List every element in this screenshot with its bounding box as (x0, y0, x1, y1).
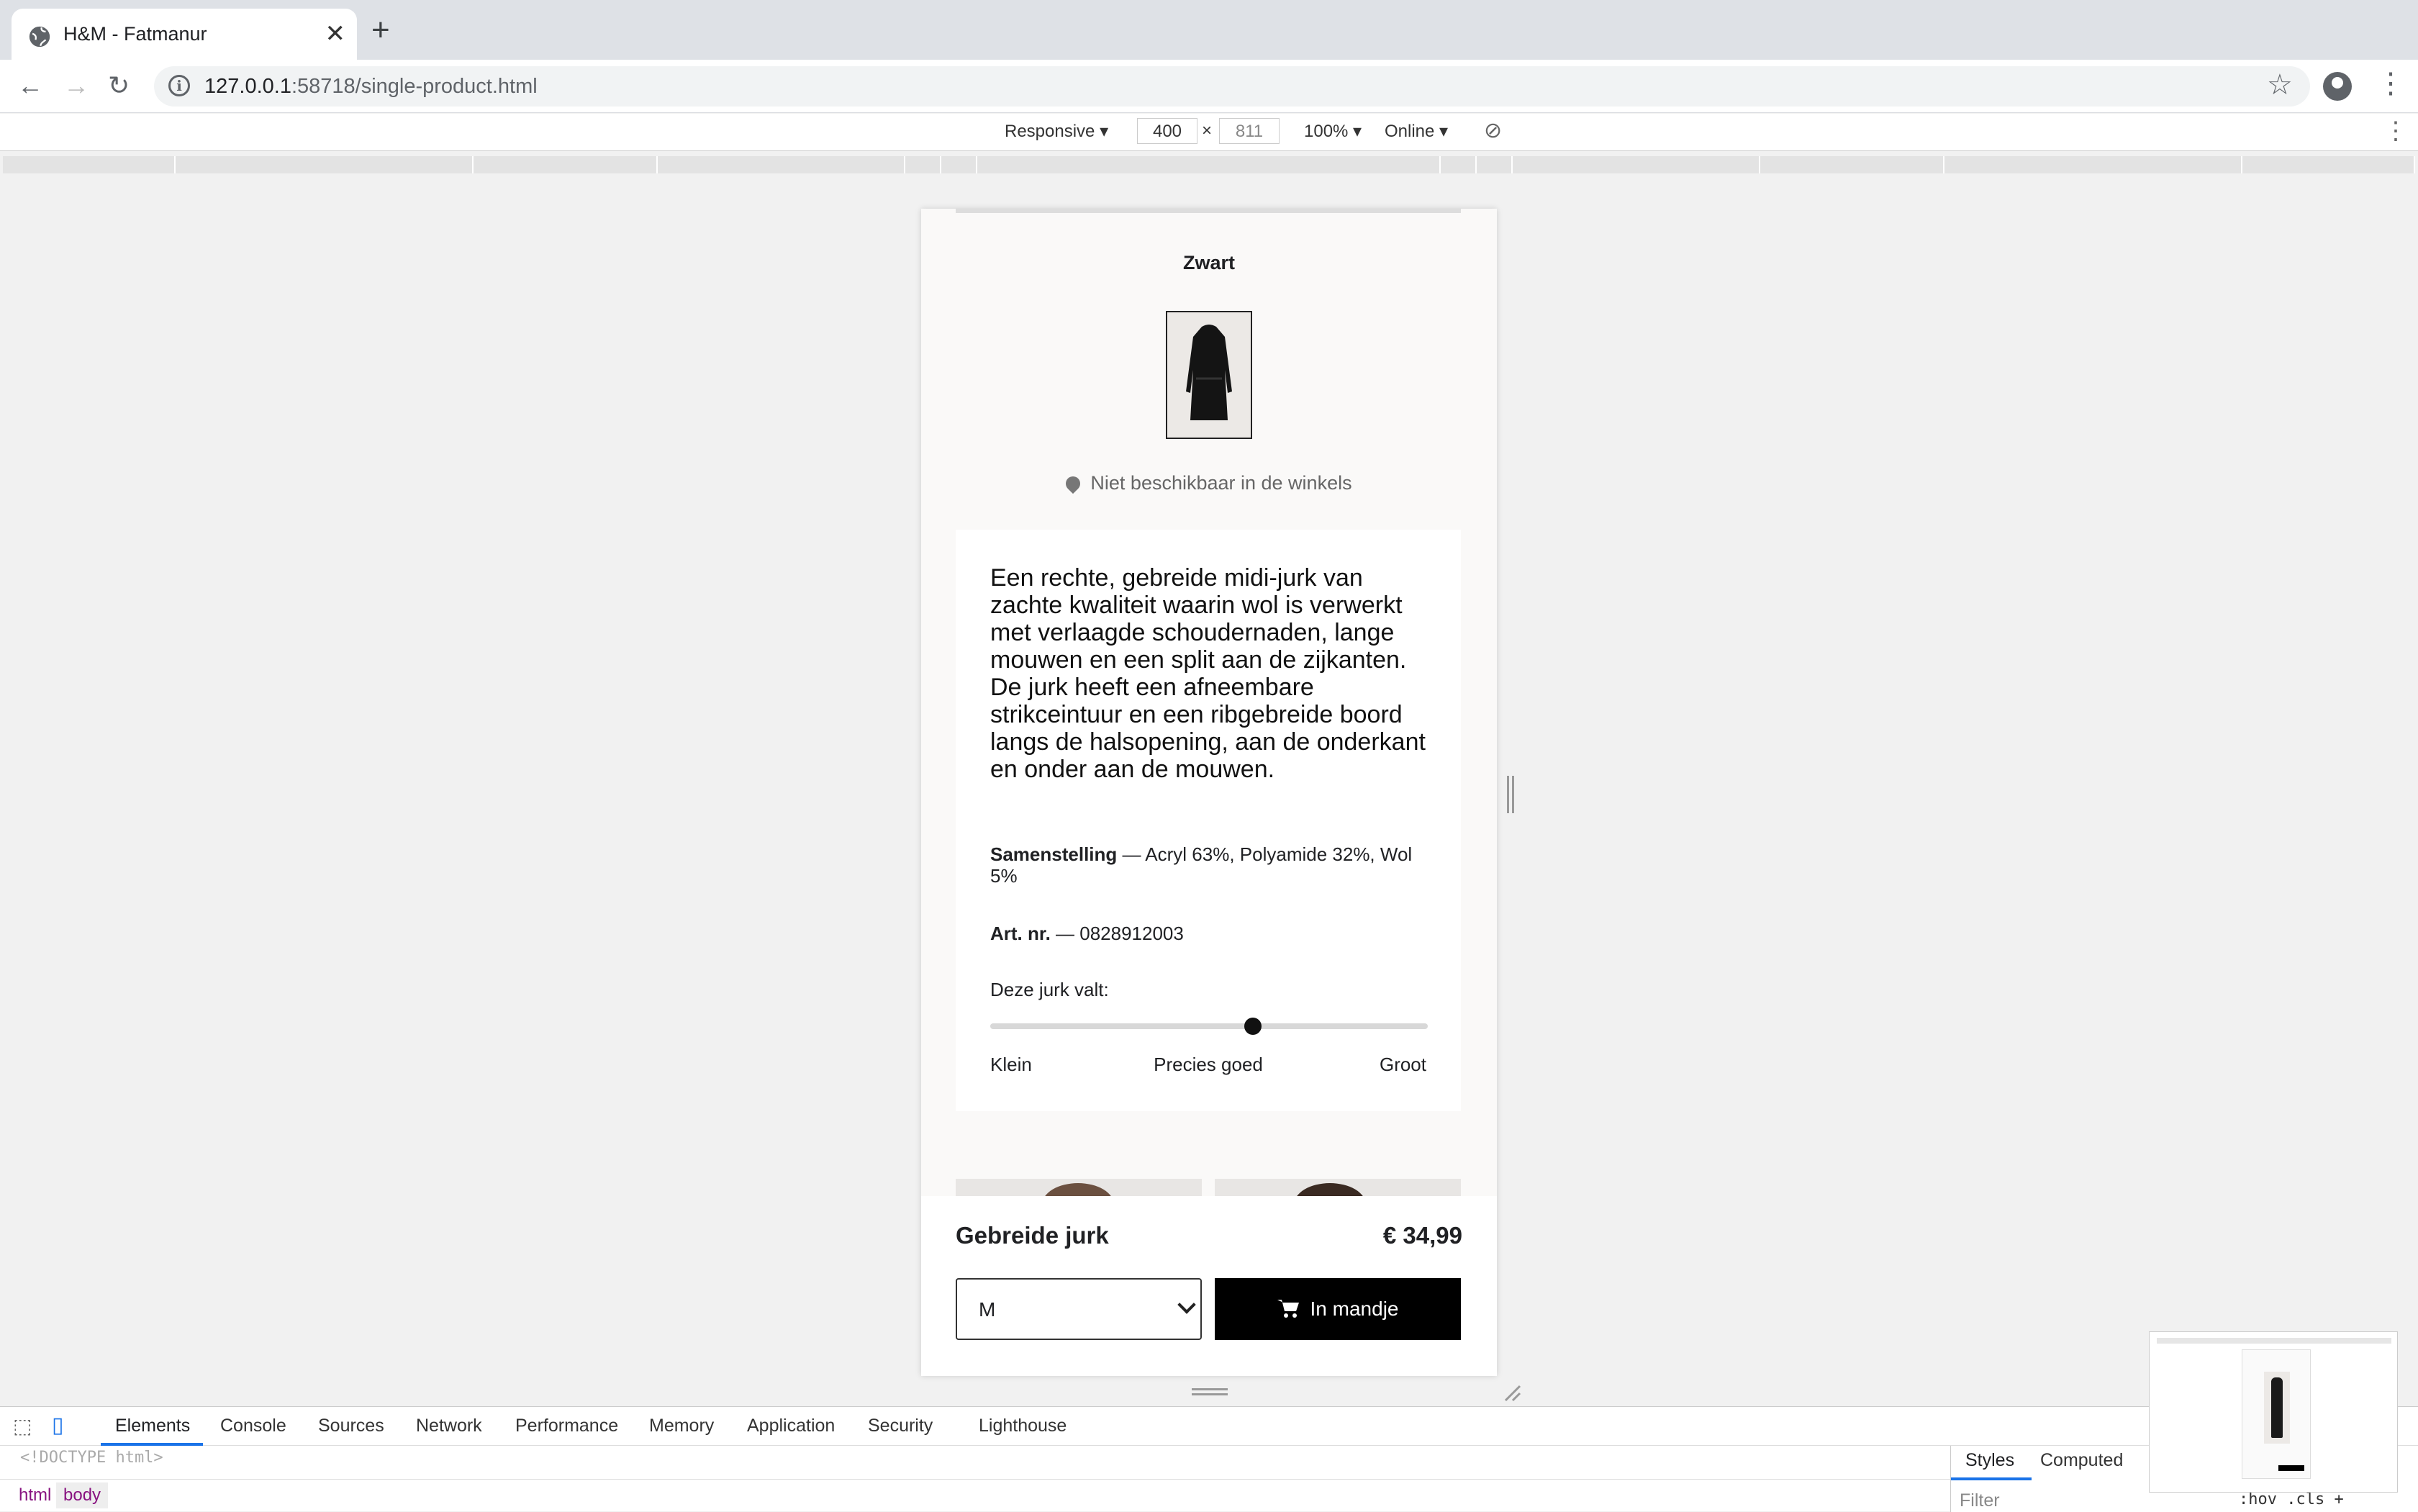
color-swatch-thumbnail[interactable] (1166, 311, 1252, 439)
preview-product-image (2264, 1372, 2290, 1444)
media-query-segment[interactable] (905, 156, 941, 173)
devtools-tab-console[interactable]: Console (220, 1416, 286, 1436)
media-query-segment[interactable] (1441, 156, 1477, 173)
devtools-tab-elements[interactable]: Elements (115, 1416, 190, 1436)
dimension-separator: × (1202, 121, 1213, 140)
reload-icon[interactable]: ↻ (108, 71, 130, 100)
media-query-segment[interactable] (176, 156, 474, 173)
media-query-segment[interactable] (1760, 156, 1944, 173)
media-query-segment[interactable] (1944, 156, 2242, 173)
preview-toolbar (2157, 1338, 2391, 1344)
devtools-tab-sources[interactable]: Sources (318, 1416, 384, 1436)
chevron-down-icon (1177, 1295, 1196, 1314)
device-mode-select[interactable]: Responsive ▾ (1005, 121, 1108, 142)
page-preview-thumbnail (2149, 1331, 2398, 1493)
devtools-tab-application[interactable]: Application (747, 1416, 835, 1436)
fit-slider-track (990, 1023, 1428, 1029)
device-toolbar: Responsive ▾ 400 × 811 100% ▾ Online ▾ ⊘… (0, 114, 2418, 151)
dom-tree-line[interactable]: <!DOCTYPE html> (20, 1449, 163, 1467)
media-query-segment[interactable] (977, 156, 1441, 173)
network-throttle-select[interactable]: Online ▾ (1385, 121, 1448, 142)
devtools-tab-network[interactable]: Network (416, 1416, 482, 1436)
product-description: Een rechte, gebreide midi-jurk van zacht… (990, 564, 1426, 783)
zoom-select[interactable]: 100% ▾ (1304, 121, 1362, 142)
fit-big-label: Groot (1379, 1054, 1426, 1075)
sidebar-tab-styles[interactable]: Styles (1965, 1450, 2014, 1471)
tab-strip (0, 0, 2418, 60)
profile-avatar-icon[interactable] (2323, 72, 2352, 101)
url-text: 127.0.0.1:58718/single-product.html (204, 75, 538, 98)
site-info-icon[interactable]: i (168, 75, 190, 96)
rotate-icon[interactable]: ⊘ (1484, 118, 1502, 143)
description-card: Een rechte, gebreide midi-jurk van zacht… (956, 530, 1461, 1111)
viewport-width-input[interactable]: 400 (1137, 118, 1197, 144)
media-query-segment[interactable] (1477, 156, 1513, 173)
bookmark-star-icon[interactable]: ☆ (2267, 69, 2293, 101)
devtools-tab-security[interactable]: Security (868, 1416, 933, 1436)
media-query-segment[interactable] (3, 156, 176, 173)
fit-label: Deze jurk valt: (990, 979, 1109, 1000)
color-name: Zwart (1182, 252, 1235, 273)
viewport-resize-handle-bottom[interactable] (1192, 1388, 1228, 1395)
breadcrumb-html[interactable]: html (19, 1485, 51, 1506)
composition: Samenstelling — Acryl 63%, Polyamide 32%… (990, 843, 1413, 887)
address-bar[interactable]: i 127.0.0.1:58718/single-product.html (154, 66, 2310, 107)
media-query-segment[interactable] (941, 156, 977, 173)
device-toggle-icon[interactable]: ▯ (52, 1413, 64, 1438)
fit-slider-thumb[interactable] (1244, 1018, 1262, 1035)
availability-text: Niet beschikbaar in de winkels (1090, 472, 1352, 494)
product-name: Gebreide jurk (956, 1222, 1109, 1249)
devtools-tab-lighthouse[interactable]: Lighthouse (979, 1416, 1067, 1436)
devtools-panel: ⬚ ▯ Elements Console Sources Network Per… (0, 1406, 2418, 1512)
inspect-element-icon[interactable]: ⬚ (13, 1414, 32, 1438)
media-query-segment[interactable] (2242, 156, 2415, 173)
browser-tab[interactable]: H&M - Fatmanur ✕ (12, 9, 357, 60)
purchase-bar: Gebreide jurk € 34,99 M In mandje (921, 1196, 1497, 1376)
close-tab-icon[interactable]: ✕ (325, 20, 346, 47)
globe-icon (29, 26, 50, 47)
forward-icon[interactable]: → (63, 71, 89, 100)
media-query-segment[interactable] (474, 156, 658, 173)
location-pin-icon (1063, 473, 1084, 494)
viewport-resize-corner-icon[interactable] (1503, 1383, 1521, 1402)
tab-title: H&M - Fatmanur (63, 23, 207, 45)
dress-image (1186, 325, 1232, 420)
devtools-tab-bar: ⬚ ▯ Elements Console Sources Network Per… (0, 1407, 2418, 1446)
browser-menu-icon[interactable]: ⋮ (2376, 68, 2405, 99)
styles-toolbar-buttons[interactable]: :hov .cls + (2239, 1490, 2344, 1508)
active-sidebar-indicator (1951, 1477, 2032, 1480)
sidebar-tab-computed[interactable]: Computed (2040, 1450, 2123, 1471)
back-icon[interactable]: ← (17, 71, 43, 100)
size-select[interactable]: M (956, 1278, 1202, 1340)
styles-filter-input[interactable]: Filter (1960, 1490, 2000, 1511)
store-availability: Niet beschikbaar in de winkels (921, 472, 1497, 494)
preview-cart-button (2278, 1465, 2304, 1471)
media-query-bar (0, 152, 2418, 178)
viewport-height-input[interactable]: 811 (1219, 118, 1280, 144)
divider (956, 209, 1461, 213)
device-toolbar-menu-icon[interactable]: ⋮ (2383, 117, 2408, 145)
active-tab-indicator (101, 1443, 203, 1446)
media-query-segment[interactable] (1513, 156, 1760, 173)
devtools-tab-memory[interactable]: Memory (649, 1416, 714, 1436)
preview-viewport (2242, 1349, 2311, 1479)
article-number: Art. nr. — 0828912003 (990, 923, 1184, 944)
cart-icon (1277, 1299, 1299, 1318)
media-query-segment[interactable] (658, 156, 905, 173)
product-price: € 34,99 (1382, 1222, 1462, 1249)
add-to-cart-button[interactable]: In mandje (1215, 1278, 1461, 1340)
breadcrumb-body[interactable]: body (56, 1482, 109, 1508)
viewport-resize-handle-right[interactable] (1507, 776, 1514, 813)
add-to-cart-label: In mandje (1310, 1298, 1399, 1320)
size-value: M (979, 1298, 996, 1321)
dom-breadcrumb: html body (0, 1479, 1950, 1512)
new-tab-icon[interactable]: + (371, 14, 390, 46)
devtools-tab-performance[interactable]: Performance (515, 1416, 618, 1436)
emulated-viewport: Zwart Niet beschikbaar in de winkels Een… (921, 209, 1497, 1376)
